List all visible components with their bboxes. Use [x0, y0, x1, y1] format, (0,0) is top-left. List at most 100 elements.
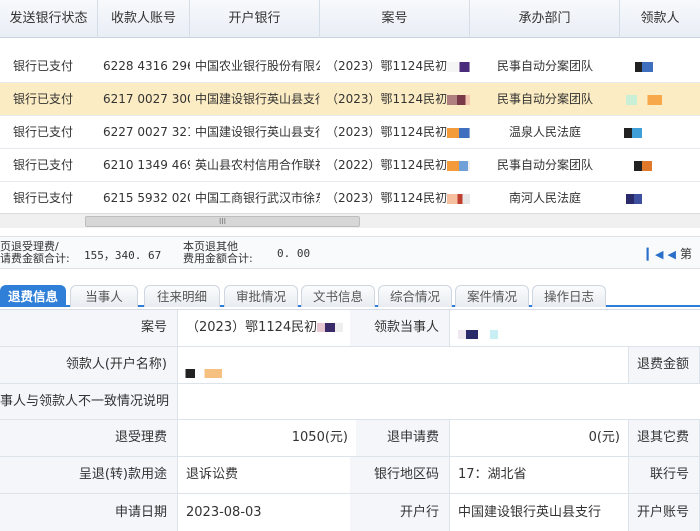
cell-status: 银行已支付: [12, 125, 73, 139]
redaction-blot: [447, 94, 470, 105]
cell-department: 民事自动分案团队: [496, 59, 593, 73]
refund-form: 案号 （2023）鄂1124民初 领款当事人 领款人(开户名称) 退费金额 事人…: [0, 309, 700, 531]
table-row-selected[interactable]: 银行已支付 6217 0027 3000 中国建设银行英山县支行 （2023）鄂…: [0, 83, 700, 116]
refund-grid: 发送银行状态 收款人账号 开户银行 案号 承办部门 领款人 银行已支付 6228…: [0, 0, 700, 230]
cell-bank: 英山县农村信用合作联社: [195, 158, 320, 172]
col-header-bank[interactable]: 开户银行: [190, 0, 320, 38]
cell-status: 银行已支付: [12, 92, 73, 106]
scrollbar-thumb[interactable]: III: [85, 216, 360, 227]
case-no-text: （2023）鄂1124民初: [326, 59, 448, 73]
tab-refund-info[interactable]: 退费信息: [0, 285, 66, 307]
horizontal-scrollbar[interactable]: III: [0, 213, 700, 228]
cell-status: 银行已支付: [12, 59, 73, 73]
tab-documents[interactable]: 文书信息: [301, 285, 375, 307]
apply-date-label: 申请日期: [0, 494, 178, 531]
purpose-value[interactable]: 退诉讼费: [178, 457, 350, 493]
detail-tabs: 退费信息 当事人 往来明细 审批情况 文书信息 综合情况 案件情况 操作日志: [0, 285, 700, 307]
cell-account: 6215 5932 0203: [103, 191, 190, 205]
payee-party-label: 领款当事人: [350, 310, 450, 346]
case-no-label: 案号: [0, 310, 178, 346]
grid-header: 发送银行状态 收款人账号 开户银行 案号 承办部门 领款人: [0, 0, 700, 38]
accept-fee-value[interactable]: 1050(元): [178, 420, 356, 456]
cell-bank: 中国建设银行英山县支行: [195, 125, 320, 139]
accept-fee-label: 退受理费: [0, 420, 178, 456]
region-code-value[interactable]: 17：湖北省: [450, 457, 628, 493]
col-header-department[interactable]: 承办部门: [470, 0, 620, 38]
cell-case-no: （2023）鄂1124民初号: [320, 50, 470, 83]
form-row: 事人与领款人不一致情况说明: [0, 384, 700, 420]
redaction-blot: [317, 323, 344, 332]
case-no-text: （2022）鄂1124民初: [326, 158, 448, 172]
redaction-blot: [634, 161, 652, 171]
redaction-blot: [626, 194, 642, 204]
summary-label-refund-total: 页退受理费/ 请费金额合计:: [0, 241, 70, 265]
cell-case-no: （2022）鄂1124民初: [320, 149, 470, 182]
mismatch-field[interactable]: [178, 384, 700, 419]
case-no-field[interactable]: （2023）鄂1124民初: [178, 310, 350, 346]
case-no-text: （2023）鄂1124民初: [326, 191, 448, 205]
tab-case-status[interactable]: 案件情况: [455, 285, 529, 307]
col-header-account[interactable]: 收款人账号: [98, 0, 190, 38]
summary-label-line: 费用金额合计:: [183, 252, 253, 265]
cell-account: 6210 1349 4692: [103, 158, 190, 172]
summary-label-line: 请费金额合计:: [0, 252, 70, 265]
redaction-blot: [624, 128, 642, 138]
tab-approval[interactable]: 审批情况: [224, 285, 298, 307]
cell-payee: [620, 149, 700, 182]
summary-value-refund-total: 155，340. 67: [84, 249, 162, 262]
tab-parties[interactable]: 当事人: [70, 285, 138, 307]
cell-account: 6227 0027 3210: [103, 125, 190, 139]
table-row[interactable]: 银行已支付 6215 5932 0203 中国工商银行武汉市徐东 （2023）鄂…: [0, 182, 700, 215]
grid-body: 银行已支付 6228 4316 2961 中国农业银行股份有限公司 （2023）…: [0, 38, 700, 215]
mismatch-label: 事人与领款人不一致情况说明: [0, 384, 178, 419]
table-row[interactable]: 银行已支付 6210 1349 4692 英山县农村信用合作联社 （2022）鄂…: [0, 149, 700, 182]
refund-amount-label: 退费金额: [628, 347, 700, 383]
tab-operation-log[interactable]: 操作日志: [532, 285, 606, 307]
form-row: 呈退(转)款用途 退诉讼费 银行地区码 17：湖北省 联行号: [0, 457, 700, 494]
redaction-blot: [447, 193, 470, 204]
bank-no-label: 联行号: [628, 457, 700, 493]
cell-bank: 中国建设银行英山县支行: [195, 92, 320, 106]
cell-payee: [620, 50, 700, 83]
cell-department: 温泉人民法庭: [508, 125, 581, 139]
col-header-case-no[interactable]: 案号: [320, 0, 470, 38]
form-row: 案号 （2023）鄂1124民初 领款当事人: [0, 310, 700, 347]
col-header-status[interactable]: 发送银行状态: [0, 0, 98, 38]
tab-transactions[interactable]: 往来明细: [144, 285, 220, 307]
purpose-label: 呈退(转)款用途: [0, 457, 178, 493]
apply-fee-value[interactable]: 0(元): [450, 420, 628, 456]
scrollbar-grip: III: [218, 217, 227, 226]
form-row: 领款人(开户名称) 退费金额: [0, 347, 700, 384]
table-row[interactable]: 银行已支付 6228 4316 2961 中国农业银行股份有限公司 （2023）…: [0, 50, 700, 83]
payee-name-field[interactable]: [178, 347, 628, 383]
case-no-value: （2023）鄂1124民初: [186, 320, 318, 335]
form-row: 申请日期 2023-08-03 开户行 中国建设银行英山县支行 开户账号: [0, 494, 700, 531]
first-page-icon[interactable]: ▎◀: [647, 248, 664, 261]
open-bank-label: 开户行: [350, 494, 450, 531]
tab-overview[interactable]: 综合情况: [378, 285, 452, 307]
case-no-text: （2023）鄂1124民初: [326, 125, 448, 139]
col-header-payee[interactable]: 领款人: [620, 0, 700, 38]
open-bank-value[interactable]: 中国建设银行英山县支行: [450, 494, 628, 531]
apply-date-value[interactable]: 2023-08-03: [178, 494, 350, 531]
cell-case-no: （2023）鄂1124民初卡: [320, 182, 470, 215]
cell-case-no: （2023）鄂1124民初号: [320, 83, 470, 116]
redaction-blot: [635, 62, 653, 72]
cell-status: 银行已支付: [12, 158, 73, 172]
redaction-blot: [447, 61, 470, 72]
redaction-blot: [458, 330, 498, 339]
table-row[interactable]: 银行已支付 6227 0027 3210 中国建设银行英山县支行 （2023）鄂…: [0, 116, 700, 149]
cell-payee: [620, 116, 700, 149]
case-no-text: （2023）鄂1124民初: [326, 92, 448, 106]
payee-party-field[interactable]: [450, 310, 700, 346]
cell-account: 6228 4316 2961: [103, 59, 190, 73]
redaction-blot: [447, 127, 470, 138]
cell-case-no: （2023）鄂1124民初: [320, 116, 470, 149]
cell-payee: [620, 182, 700, 215]
form-row: 退受理费 1050(元) 退申请费 0(元) 退其它费: [0, 420, 700, 457]
pager: ▎◀ ◀ 第: [647, 245, 692, 262]
summary-value-other-total: 0. 00: [277, 247, 311, 260]
prev-page-icon[interactable]: ◀: [668, 248, 676, 261]
cell-department: 南河人民法庭: [508, 191, 581, 205]
cell-department: 民事自动分案团队: [496, 92, 593, 106]
